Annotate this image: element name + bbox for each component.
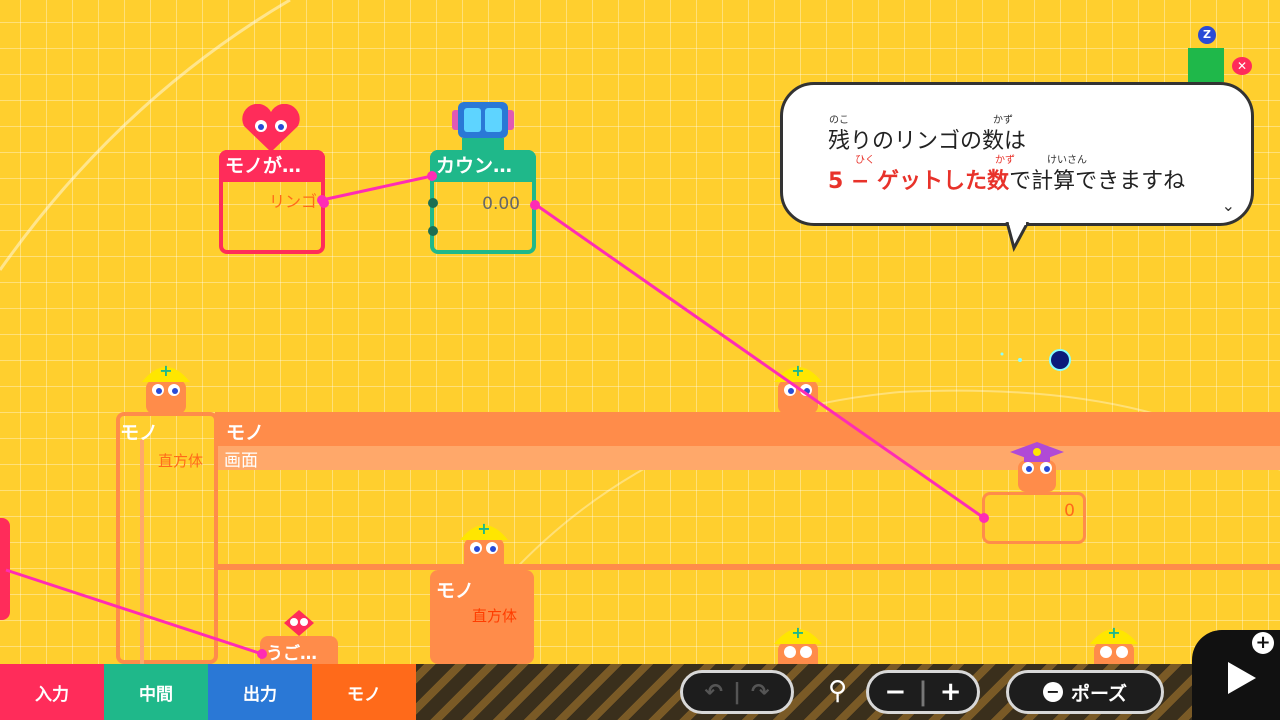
nodon-canvas[interactable]: + モノ 直方体 モノ 画面 + + モノ 直方体 + + モノが… リンゴ カ… <box>0 0 1280 720</box>
category-input-tab[interactable]: 入力 <box>0 664 104 720</box>
pause-label: ポーズ <box>1070 682 1128 705</box>
play-button[interactable]: + <box>1192 630 1280 720</box>
minus-icon: − <box>1042 682 1063 702</box>
bubble-tail <box>1005 222 1030 252</box>
chevron-down-icon[interactable]: ⌄ <box>1222 196 1235 215</box>
camera-marker[interactable] <box>1188 48 1224 82</box>
zoom-group: − | + <box>866 670 980 714</box>
pause-button[interactable]: − ポーズ <box>1006 670 1164 714</box>
redo-arrow-icon[interactable]: ↷ <box>741 680 779 705</box>
magnifier-icon[interactable]: ⚲ <box>828 676 847 706</box>
zoom-in-button[interactable]: + <box>928 677 974 707</box>
pointer-cursor-icon <box>1000 349 1071 371</box>
z-badge: Z <box>1198 26 1216 44</box>
hint-line-2-rest: で計算できますね <box>1009 169 1186 194</box>
hint-highlight: 5 − ゲットした数 <box>828 169 1010 194</box>
undo-arrow-icon[interactable]: ↶ <box>695 680 733 705</box>
zoom-out-button[interactable]: − <box>872 677 918 707</box>
category-output-tab[interactable]: 出力 <box>208 664 312 720</box>
plus-badge: + <box>1252 632 1274 654</box>
undo-redo-group: ↶ | ↷ <box>680 670 794 714</box>
close-x-icon[interactable]: ✕ <box>1232 57 1252 75</box>
hint-speech-bubble[interactable]: のこ かず 残りのリンゴの数は ひく かず けいさん 5 − ゲットした数で計算… <box>780 82 1254 226</box>
category-middle-tab[interactable]: 中間 <box>104 664 208 720</box>
play-icon <box>1228 662 1256 694</box>
hint-line-2: 5 − ゲットした数で計算できますね <box>828 163 1185 195</box>
category-object-tab[interactable]: モノ <box>312 664 416 720</box>
